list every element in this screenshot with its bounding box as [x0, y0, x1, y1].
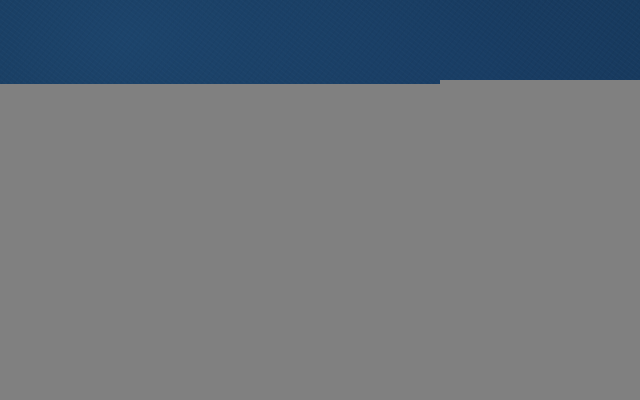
main-window-blank[interactable] — [0, 84, 640, 400]
screen — [0, 0, 640, 400]
